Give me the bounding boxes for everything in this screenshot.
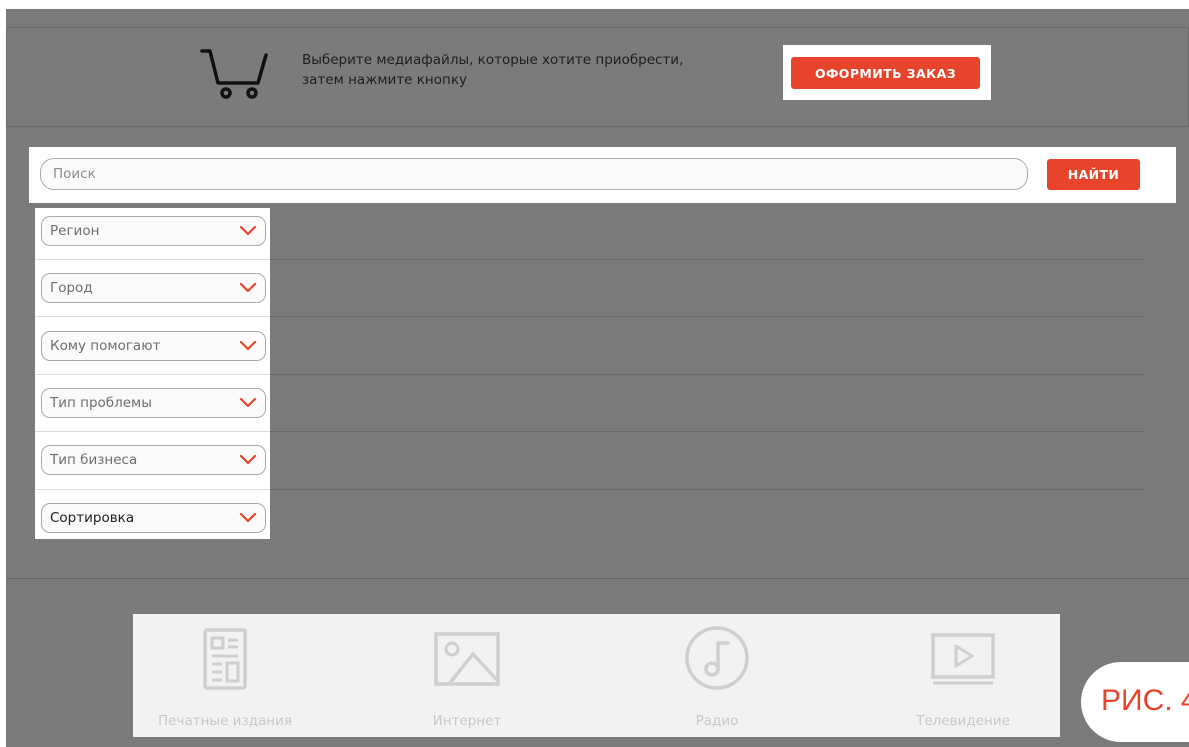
beneficiary-select[interactable]: Кому помогают [41,331,266,361]
filter-label: Город [50,280,93,296]
row-divider [269,259,1144,260]
play-icon [931,633,995,685]
cart-icon [200,49,268,99]
city-select[interactable]: Город [41,273,266,303]
media-type-label: Радио [695,713,739,729]
row-divider [269,316,1144,317]
order-instructions-line2: затем нажмите кнопку [302,72,467,88]
search-input[interactable] [40,158,1028,190]
filter-separator [35,374,270,375]
region-select[interactable]: Регион [41,216,266,246]
chevron-down-icon [239,282,257,293]
chevron-down-icon [239,397,257,408]
chevron-down-icon [239,225,257,236]
media-type-panel: Печатные издания Интернет Радио Телевиде… [133,614,1060,737]
chevron-down-icon [239,340,257,351]
section-divider [6,578,1189,579]
place-order-button[interactable]: ОФОРМИТЬ ЗАКАЗ [791,57,980,89]
row-divider [269,431,1144,432]
order-instructions-line1: Выберите медиафайлы, которые хотите прио… [302,52,684,68]
figure-label: РИС. 4 [1101,684,1189,717]
page-overlay: Выберите медиафайлы, которые хотите прио… [6,9,1189,747]
filter-separator [35,259,270,260]
filter-label: Сортировка [50,510,135,526]
newspaper-icon [203,628,247,690]
media-type-tv[interactable]: Телевидение [873,614,1053,737]
problem-type-select[interactable]: Тип проблемы [41,388,266,418]
image-icon [434,632,500,686]
media-type-label: Телевидение [916,713,1010,729]
order-instructions: Выберите медиафайлы, которые хотите прио… [302,50,772,90]
media-type-internet[interactable]: Интернет [377,614,557,737]
filter-separator [35,489,270,490]
filter-label: Регион [50,223,100,239]
filters-panel: Регион Город Кому помогают Тип проблемы … [35,208,270,539]
media-type-label: Интернет [432,713,502,729]
figure-badge: РИС. 4 [1081,662,1189,742]
sort-select[interactable]: Сортировка [41,503,266,533]
filter-separator [35,431,270,432]
find-button[interactable]: НАЙТИ [1047,159,1140,190]
filter-label: Тип проблемы [50,395,152,411]
filter-label: Кому помогают [50,338,161,354]
chevron-down-icon [239,512,257,523]
chevron-down-icon [239,454,257,465]
media-type-label: Печатные издания [158,713,292,729]
filter-label: Тип бизнеса [50,452,138,468]
filter-separator [35,316,270,317]
search-bar: НАЙТИ [29,147,1176,203]
media-type-radio[interactable]: Радио [627,614,807,737]
media-type-print[interactable]: Печатные издания [135,614,315,737]
business-type-select[interactable]: Тип бизнеса [41,445,266,475]
row-divider [269,489,1144,490]
row-divider [269,374,1144,375]
music-note-icon [685,626,749,690]
order-button-highlight: ОФОРМИТЬ ЗАКАЗ [783,45,991,100]
